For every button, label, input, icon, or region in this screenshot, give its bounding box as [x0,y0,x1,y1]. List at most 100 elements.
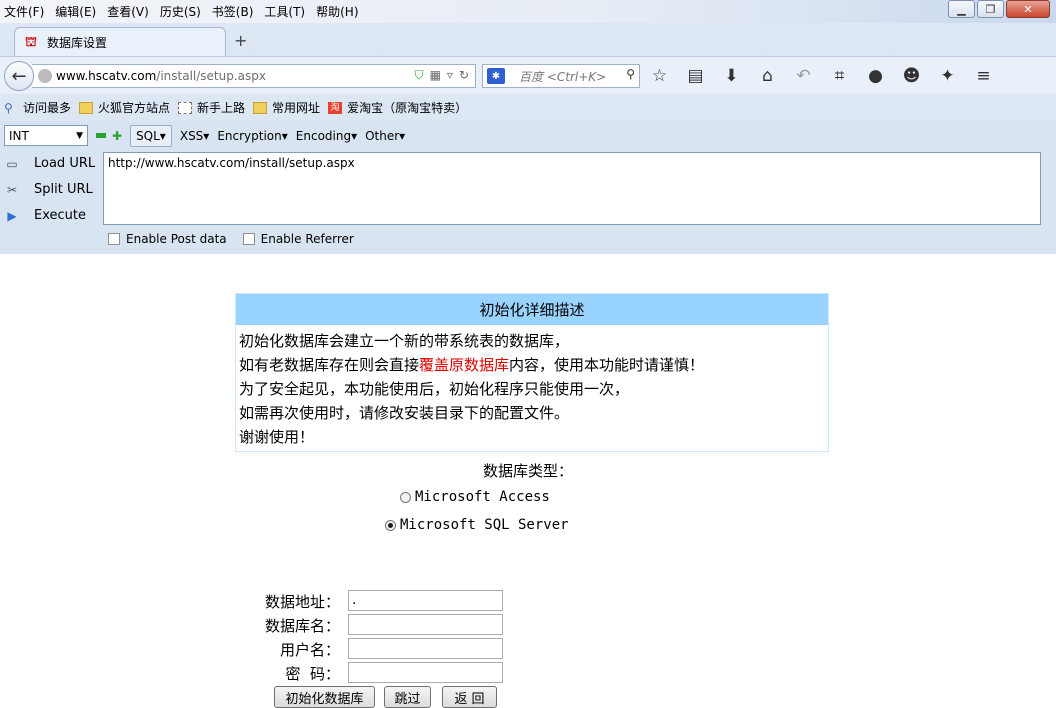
close-button[interactable]: ✕ [1006,0,1050,18]
plus-icon[interactable]: ✚ [112,129,122,143]
taobao-icon: 淘 [328,101,343,114]
post-data-checkbox[interactable] [108,233,120,245]
address-input[interactable]: . [348,590,503,611]
back-arrow-icon: ← [11,65,27,87]
url-path: /install/setup.aspx [156,69,267,83]
menu-view[interactable]: 查看(V) [107,3,149,20]
hackbar-panel: ▭ Load URL ✂ Split URL ▶ Execute http://… [0,150,1056,254]
username-input[interactable] [348,638,503,659]
magnifier-icon[interactable]: ⚲ [626,67,635,81]
dbname-input[interactable] [348,614,503,635]
minimize-button[interactable]: ▁ [948,0,975,18]
reload-icon[interactable]: ↻ [459,68,469,83]
hamburger-menu-icon[interactable]: ≡ [974,66,993,86]
type-select-value: INT [9,128,29,143]
dbname-label: 数据库名： [264,617,340,635]
radio-label: Microsoft Access [415,489,550,505]
radio-access[interactable]: Microsoft Access [400,489,550,505]
maximize-button[interactable]: ❐ [977,0,1004,18]
back-page-button[interactable]: 返 回 [442,686,497,708]
shield-icon[interactable]: ⛉ [415,68,424,83]
search-bookmark-icon: ⚲ [4,100,13,115]
tab-strip: ⛫ 数据库设置 + [0,23,1056,57]
scissors-icon: ✂ [6,182,18,197]
description-warning-line: 如有老数据库存在则会直接覆盖原数据库内容，使用本功能时请谨慎！ [239,354,704,375]
menu-help[interactable]: 帮助(H) [316,3,358,20]
init-database-button[interactable]: 初始化数据库 [274,686,375,708]
referrer-checkbox[interactable] [242,233,255,245]
bookmark-label: 常用网址 [272,101,321,115]
tab-title: 数据库设置 [47,36,108,50]
warning-highlight: 覆盖原数据库 [419,356,510,374]
split-url-button[interactable]: ✂ Split URL [4,182,93,197]
execute-label: Execute [34,208,86,223]
bookmark-label: 新手上路 [197,101,246,115]
bookmark-getting-started[interactable]: 新手上路 [178,99,245,116]
password-input[interactable] [348,662,503,683]
search-placeholder: 百度 <Ctrl+K> [519,69,607,84]
qr-code-icon[interactable]: ▦ [430,68,441,83]
menu-tools[interactable]: 工具(T) [264,3,305,20]
undo-icon[interactable]: ↶ [794,66,813,86]
download-icon[interactable]: ⬇ [722,66,741,86]
warning-text: 如有老数据库存在则会直接 [239,356,420,374]
menu-encoding[interactable]: Encoding▾ [296,129,357,143]
bookmarks-toolbar: ⚲ 访问最多 火狐官方站点 新手上路 常用网址 淘 爱淘宝（原淘宝特卖） [0,94,1056,121]
user-icon[interactable]: ☻ [902,66,921,86]
home-icon[interactable]: ⌂ [758,66,777,86]
username-label: 用户名： [279,641,340,659]
radio-sql-server[interactable]: Microsoft SQL Server [385,517,569,533]
skip-button[interactable]: 跳过 [384,686,431,708]
menu-xss[interactable]: XSS▾ [180,129,209,143]
page-icon [178,101,193,114]
bookmark-label: 火狐官方站点 [98,101,171,115]
search-bar[interactable]: ✱ 百度 <Ctrl+K> ⚲ [482,64,640,88]
url-bar[interactable]: www.hscatv.com/install/setup.aspx ⛉ ▦ ▿ … [32,64,476,88]
back-button[interactable]: ← [4,61,34,91]
reading-list-icon[interactable]: ▤ [686,66,705,86]
menu-edit[interactable]: 编辑(E) [55,3,96,20]
radio-button[interactable] [400,491,411,503]
description-line: 初始化数据库会建立一个新的带系统表的数据库， [239,332,570,350]
play-icon: ▶ [7,208,17,223]
url-bar-icons: ⛉ ▦ ▿ ↻ [415,68,469,83]
url-textarea[interactable]: http://www.hscatv.com/install/setup.aspx [103,152,1041,225]
menu-other[interactable]: Other▾ [365,129,405,143]
globe-icon [38,69,52,83]
chat-bubble-icon[interactable]: ● [866,66,885,86]
toolbar-buttons: ☆ ▤ ⬇ ⌂ ↶ ⌗ ● ☻ ✦ ≡ [650,66,993,86]
navigation-bar: www.hscatv.com/install/setup.aspx ⛉ ▦ ▿ … [0,56,1056,94]
screenshot-crop-icon[interactable]: ⌗ [830,66,849,86]
execute-button[interactable]: ▶ Execute [4,208,86,223]
type-select[interactable]: INT ▼ [4,125,88,146]
bookmark-aitaobao[interactable]: 淘 爱淘宝（原淘宝特卖） [328,99,467,116]
bookmark-common-sites[interactable]: 常用网址 [253,99,320,116]
folder-icon [79,101,94,114]
window-controls: ▁ ❐ ✕ [948,0,1050,18]
load-url-button[interactable]: ▭ Load URL [4,156,95,171]
menu-bookmarks[interactable]: 书签(B) [212,3,254,20]
menu-sql[interactable]: SQL▾ [130,124,172,147]
dropdown-arrow-icon[interactable]: ▿ [447,68,453,83]
hackbar-options: Enable Post data Enable Referrer [108,232,354,246]
menu-file[interactable]: 文件(F) [4,3,44,20]
description-line: 谢谢使用！ [239,428,315,446]
bookmark-most-visited[interactable]: ⚲ 访问最多 [4,99,71,116]
star-icon[interactable]: ☆ [650,66,669,86]
description-line: 如需再次使用时，请修改安装目录下的配置文件。 [239,404,570,422]
radio-label: Microsoft SQL Server [400,517,569,533]
site-favicon-icon: ⛫ [25,34,37,50]
radio-button[interactable] [385,519,396,531]
tab-active[interactable]: ⛫ 数据库设置 [14,27,226,57]
baidu-paw-icon[interactable]: ✱ [487,68,505,84]
description-panel: 初始化详细描述 初始化数据库会建立一个新的带系统表的数据库， 如有老数据库存在则… [235,293,829,452]
minus-icon[interactable] [96,133,106,138]
bookmark-firefox-site[interactable]: 火狐官方站点 [79,99,170,116]
db-type-label: 数据库类型： [483,462,574,480]
menu-encryption[interactable]: Encryption▾ [217,129,287,143]
post-data-label: Enable Post data [126,232,227,246]
menu-history[interactable]: 历史(S) [160,3,201,20]
new-tab-button[interactable]: + [234,31,247,50]
addon-icon[interactable]: ✦ [938,66,957,86]
split-url-label: Split URL [34,182,93,197]
